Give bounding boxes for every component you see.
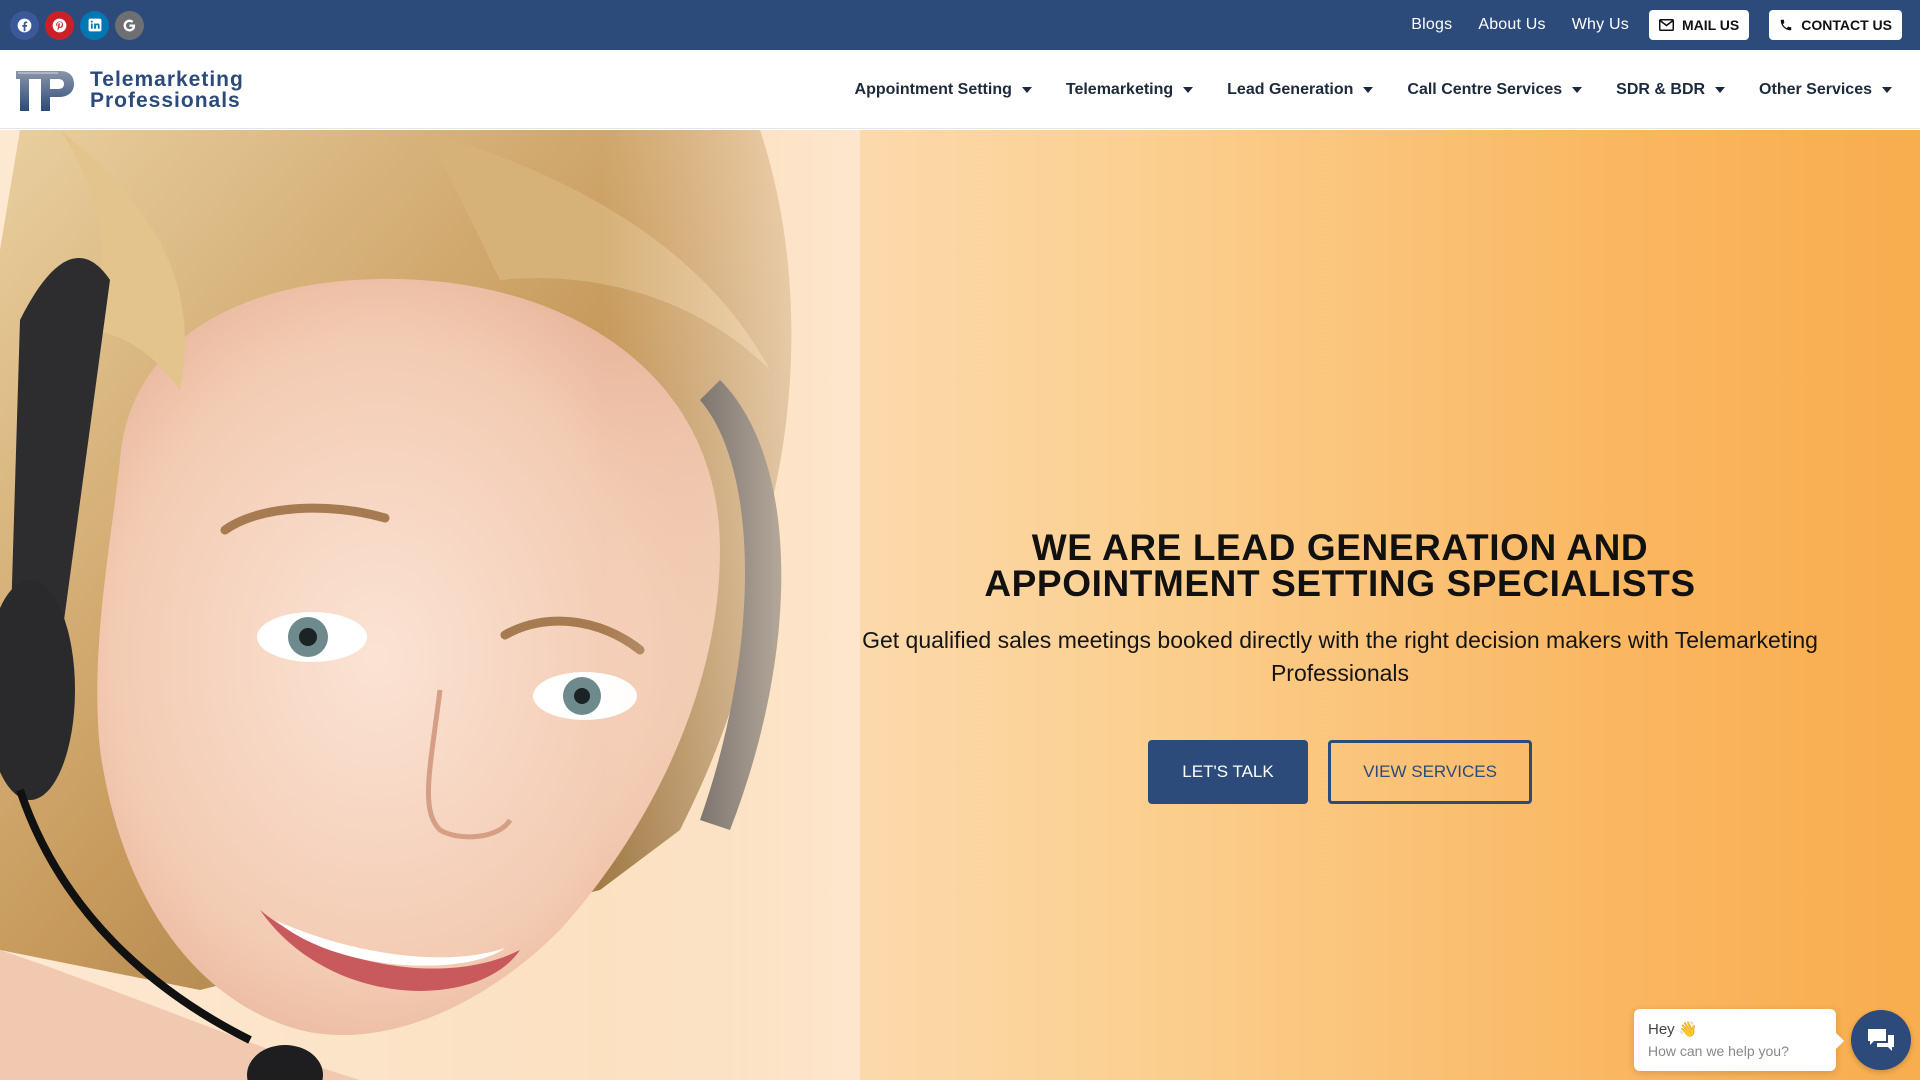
mail-us-button[interactable]: MAIL US [1648,10,1750,40]
nav-appointment-setting[interactable]: Appointment Setting [855,81,1032,99]
hero-content: WE ARE LEAD GENERATION AND APPOINTMENT S… [790,527,1890,804]
main-header: Telemarketing Professionals Appointment … [0,50,1920,129]
about-us-link[interactable]: About Us [1478,16,1545,34]
envelope-icon [1658,19,1674,31]
logo-line-1: Telemarketing [90,68,244,91]
contact-us-label: CONTACT US [1801,17,1892,33]
hero-subtitle: Get qualified sales meetings booked dire… [862,627,1818,686]
chat-icon [1868,1029,1894,1051]
phone-icon [1781,19,1792,31]
chat-greeting-bubble[interactable]: Hey 👋 How can we help you? [1634,1009,1844,1071]
chat-greeting: Hey 👋 [1648,1021,1698,1038]
nav-lead-generation[interactable]: Lead Generation [1227,80,1374,99]
chat-prompt: How can we help you? [1648,1043,1789,1059]
nav-label: Appointment Setting [854,80,1012,98]
logo-text: Telemarketing Professionals [90,69,244,111]
blogs-link[interactable]: Blogs [1411,16,1452,34]
nav-call-centre-services[interactable]: Call Centre Services [1407,80,1583,99]
nav-label: Other Services [1759,80,1872,98]
chevron-down-icon [1183,86,1194,93]
linkedin-icon[interactable] [80,10,109,40]
google-icon[interactable] [115,10,144,40]
nav-label: Lead Generation [1227,80,1354,98]
why-us-link[interactable]: Why Us [1572,16,1629,34]
nav-label: Call Centre Services [1407,80,1563,98]
top-links: Blogs About Us Why Us MAIL US CONTACT US [1411,10,1910,40]
nav-telemarketing[interactable]: Telemarketing [1065,80,1194,99]
agent-headset-photo [0,130,860,1080]
chevron-down-icon [1882,86,1892,93]
nav-label: Telemarketing [1065,80,1174,98]
chat-launcher-button[interactable] [1851,1010,1911,1070]
mail-us-label: MAIL US [1681,17,1740,33]
pinterest-icon[interactable] [45,10,74,40]
contact-us-button[interactable]: CONTACT US [1769,10,1902,40]
chevron-down-icon [1021,86,1032,93]
hero-title-line-2: APPOINTMENT SETTING SPECIALISTS [984,563,1696,604]
top-bar: Blogs About Us Why Us MAIL US CONTACT US [0,0,1920,50]
social-links [10,10,144,40]
main-nav: Appointment Setting Telemarketing Lead G… [855,50,1892,129]
chevron-down-icon [1363,86,1374,93]
chevron-down-icon [1572,86,1583,93]
facebook-icon[interactable] [10,10,39,40]
hero-buttons: LET'S TALK VIEW SERVICES [790,740,1890,804]
hero-title-line-1: WE ARE LEAD GENERATION AND [1031,527,1649,568]
lets-talk-button[interactable]: LET'S TALK [1148,740,1308,804]
hero-section: WE ARE LEAD GENERATION AND APPOINTMENT S… [0,130,1920,1080]
site-logo[interactable]: Telemarketing Professionals [14,67,244,113]
logo-line-2: Professionals [90,89,241,112]
tp-logo-icon [16,71,74,111]
chevron-down-icon [1715,86,1726,93]
nav-sdr-bdr[interactable]: SDR & BDR [1616,80,1726,99]
view-services-button[interactable]: VIEW SERVICES [1328,740,1532,804]
nav-label: SDR & BDR [1616,80,1706,98]
nav-other-services[interactable]: Other Services [1759,81,1892,99]
hero-title: WE ARE LEAD GENERATION AND APPOINTMENT S… [790,527,1890,604]
